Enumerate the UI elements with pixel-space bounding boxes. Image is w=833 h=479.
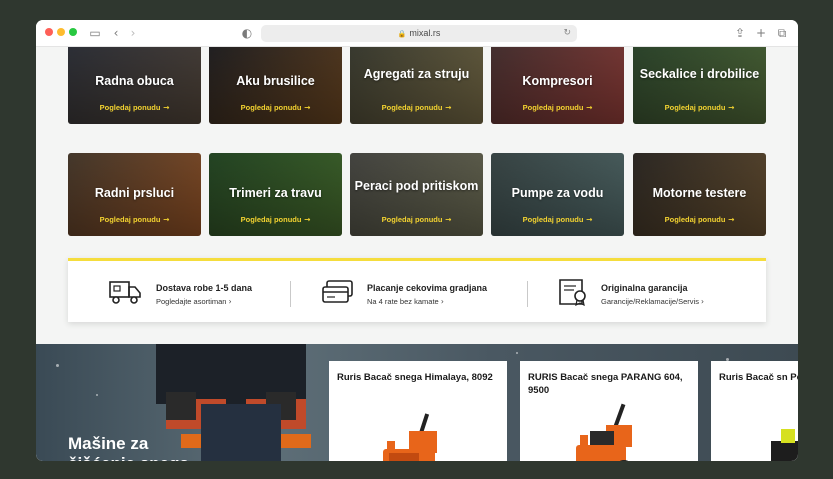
category-title: Seckalice i drobilice [639, 67, 760, 81]
certificate-icon [559, 279, 586, 306]
feature-subtitle[interactable]: Na 4 rate bez kamate › [367, 297, 444, 306]
feature-title: Placanje cekovima gradjana [367, 283, 488, 293]
product-name[interactable]: RURIS Bacač snega PARANG 604, 9500 [528, 371, 692, 397]
view-offer-link[interactable]: Pogledaj ponudu → [209, 215, 342, 224]
arrow-right-icon: › [701, 297, 705, 306]
product-card[interactable]: Ruris Bacač sn Power 8/62E, 80 [711, 361, 798, 461]
lock-icon: 🔒 [397, 30, 407, 38]
forward-icon[interactable]: › [125, 25, 141, 41]
view-offer-link[interactable]: Pogledaj ponudu → [68, 215, 201, 224]
category-title: Radni prsluci [94, 186, 175, 200]
features-bar: Dostava robe 1-5 dana Pogledajte asortim… [68, 258, 766, 322]
divider [527, 281, 528, 307]
divider [290, 281, 291, 307]
tile-overlay [633, 47, 766, 124]
category-title: Radna obuca [95, 74, 174, 88]
feature-title: Originalna garancija [601, 283, 688, 293]
snow-section-title: Mašine za čišćenje snega [68, 434, 189, 461]
view-offer-link[interactable]: Pogledaj ponudu → [491, 103, 624, 112]
category-tile-radna-obuca[interactable]: Radna obuca Pogledaj ponudu → [68, 47, 201, 124]
arrow-right-icon: → [442, 215, 452, 224]
category-tile-peraci[interactable]: Peraci pod pritiskom Pogledaj ponudu → [350, 153, 483, 236]
feature-payment[interactable]: Placanje cekovima gradjana Na 4 rate bez… [321, 261, 541, 322]
new-tab-icon[interactable]: + [753, 25, 769, 41]
tile-overlay [350, 47, 483, 124]
arrow-right-icon: › [228, 297, 232, 306]
arrow-right-icon: → [160, 215, 170, 224]
view-offer-link[interactable]: Pogledaj ponudu → [633, 215, 766, 224]
product-card[interactable]: Ruris Bacač snega Himalaya, 8092 [329, 361, 507, 461]
snowblower-image [576, 403, 632, 461]
arrow-right-icon: → [583, 103, 593, 112]
url-text: mixal.rs [409, 28, 441, 38]
reload-icon[interactable]: ↻ [563, 25, 571, 42]
view-offer-link[interactable]: Pogledaj ponudu → [491, 215, 624, 224]
sidebar-toggle-icon[interactable]: ▭ [87, 25, 103, 41]
category-tile-motorne-testere[interactable]: Motorne testere Pogledaj ponudu → [633, 153, 766, 236]
view-offer-link[interactable]: Pogledaj ponudu → [68, 103, 201, 112]
category-title: Aku brusilice [236, 74, 315, 88]
feature-subtitle[interactable]: Garancije/Reklamacije/Servis › [601, 297, 704, 306]
snowblower-image [383, 413, 437, 461]
feature-warranty[interactable]: Originalna garancija Garancije/Reklamaci… [556, 261, 756, 322]
category-title: Kompresori [522, 74, 593, 88]
page-content: Radna obuca Pogledaj ponudu → Aku brusili… [36, 47, 798, 461]
view-offer-link[interactable]: Pogledaj ponudu → [633, 103, 766, 112]
category-title: Pumpe za vodu [511, 186, 604, 200]
arrow-right-icon: → [725, 215, 735, 224]
product-card[interactable]: RURIS Bacač snega PARANG 604, 9500 [520, 361, 698, 461]
category-title: Peraci pod pritiskom [354, 179, 479, 193]
category-tile-trimeri[interactable]: Trimeri za travu Pogledaj ponudu → [209, 153, 342, 236]
category-title: Motorne testere [652, 186, 747, 200]
arrow-right-icon: → [725, 103, 735, 112]
browser-toolbar: ▭ ‹ › ◐ 🔒 mixal.rs ↻ ⇪ + ⧉ [36, 20, 798, 47]
arrow-right-icon: → [301, 215, 311, 224]
share-icon[interactable]: ⇪ [732, 25, 748, 41]
view-offer-link[interactable]: Pogledaj ponudu → [350, 215, 483, 224]
minimize-window-button[interactable] [57, 28, 65, 36]
address-bar[interactable]: 🔒 mixal.rs ↻ [261, 25, 577, 42]
category-title: Trimeri za travu [229, 186, 322, 200]
close-window-button[interactable] [45, 28, 53, 36]
product-name[interactable]: Ruris Bacač sn Power 8/62E, 80 [719, 371, 798, 384]
product-name[interactable]: Ruris Bacač snega Himalaya, 8092 [337, 371, 501, 384]
category-tile-aku-brusilice[interactable]: Aku brusilice Pogledaj ponudu → [209, 47, 342, 124]
tab-overview-icon[interactable]: ⧉ [774, 25, 790, 41]
arrow-right-icon: → [301, 103, 311, 112]
category-tile-radni-prsluci[interactable]: Radni prsluci Pogledaj ponudu → [68, 153, 201, 236]
feature-title: Dostava robe 1-5 dana [156, 283, 253, 293]
arrow-right-icon: → [160, 103, 170, 112]
back-icon[interactable]: ‹ [108, 25, 124, 41]
feature-subtitle[interactable]: Pogledajte asortiman › [156, 297, 232, 306]
privacy-shield-icon[interactable]: ◐ [239, 25, 255, 41]
snow-machines-section: Mašine za čišćenje snega Ruris Bacač sne… [36, 344, 798, 461]
category-title: Agregati za struju [363, 67, 470, 81]
category-tile-pumpe[interactable]: Pumpe za vodu Pogledaj ponudu → [491, 153, 624, 236]
category-tile-seckalice[interactable]: Seckalice i drobilice Pogledaj ponudu → [633, 47, 766, 124]
arrow-right-icon: › [440, 297, 444, 306]
zoom-window-button[interactable] [69, 28, 77, 36]
truck-icon [109, 281, 141, 304]
view-offer-link[interactable]: Pogledaj ponudu → [350, 103, 483, 112]
category-tile-agregati[interactable]: Agregati za struju Pogledaj ponudu → [350, 47, 483, 124]
arrow-right-icon: → [442, 103, 452, 112]
view-offer-link[interactable]: Pogledaj ponudu → [209, 103, 342, 112]
cards-icon [322, 280, 353, 303]
arrow-right-icon: → [583, 215, 593, 224]
snowblower-image [771, 429, 798, 461]
browser-window: ▭ ‹ › ◐ 🔒 mixal.rs ↻ ⇪ + ⧉ Radna obuca Pog… [36, 20, 798, 461]
category-tile-kompresori[interactable]: Kompresori Pogledaj ponudu → [491, 47, 624, 124]
feature-delivery[interactable]: Dostava robe 1-5 dana Pogledajte asortim… [108, 261, 308, 322]
